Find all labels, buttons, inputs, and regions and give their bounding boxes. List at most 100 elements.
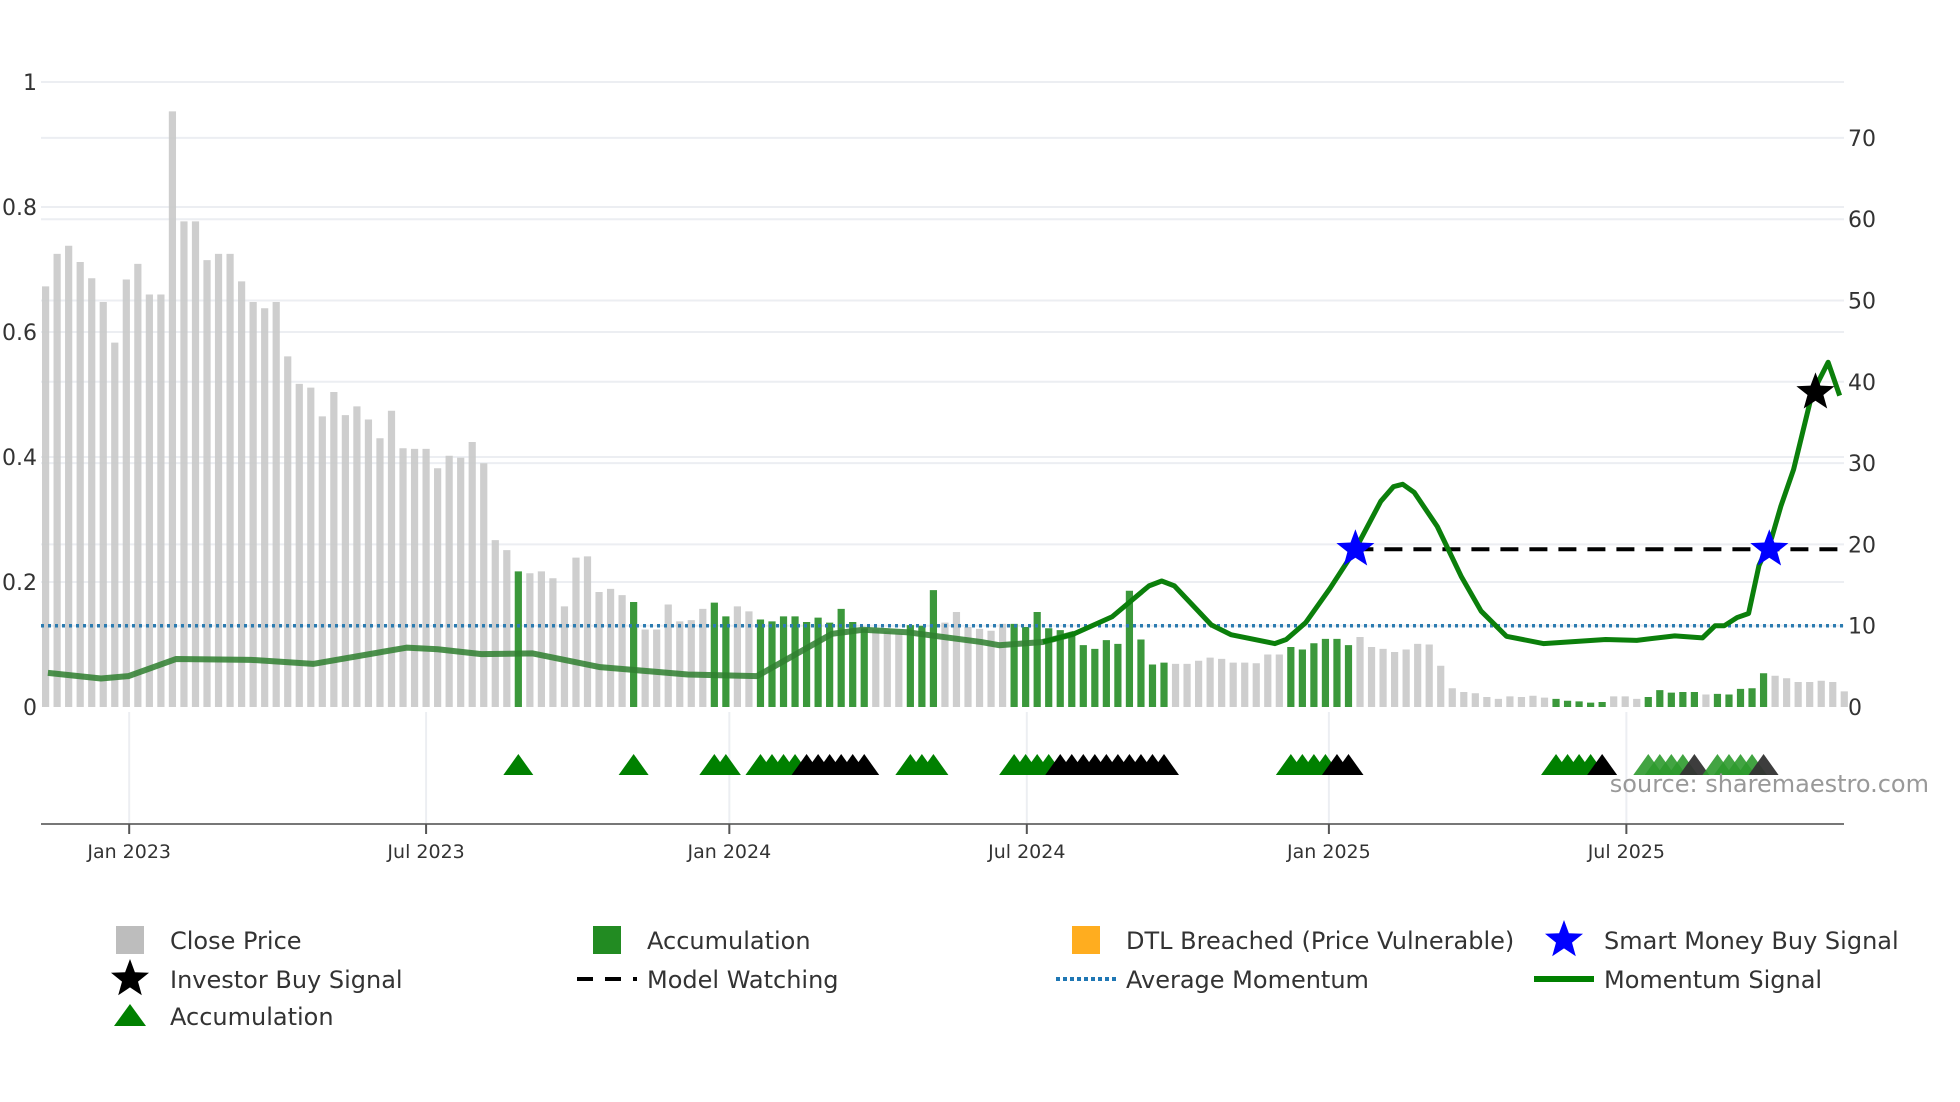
close-price-bar — [1275, 654, 1283, 707]
signal-stars — [1336, 372, 1835, 566]
close-price-bar — [1817, 680, 1825, 707]
accumulation-bar — [837, 608, 845, 707]
close-price-bar — [353, 406, 361, 707]
close-price-bar — [261, 308, 269, 707]
close-price-bar — [1783, 678, 1791, 707]
close-price-bar — [1195, 660, 1203, 707]
accumulation-bar — [791, 616, 799, 707]
accumulation-bar — [756, 619, 765, 707]
close-price-bar — [272, 302, 280, 707]
close-price-bar — [364, 419, 373, 707]
smart-money-buy-star — [1336, 529, 1375, 566]
close-price-bar — [1437, 665, 1445, 707]
close-price-bar — [410, 448, 419, 707]
close-price-bar — [65, 245, 73, 707]
close-price-bar — [1794, 682, 1802, 707]
accumulation-bar — [1333, 638, 1341, 707]
close-price-bar — [1402, 649, 1410, 707]
close-price-bar — [595, 592, 603, 707]
close-price-bar — [1702, 694, 1710, 707]
legend-item: Model Watching — [577, 966, 839, 994]
legend-square-icon — [116, 926, 144, 954]
accumulation-bar — [1114, 643, 1122, 707]
legend-item: DTL Breached (Price Vulnerable) — [1072, 926, 1514, 955]
investor-buy-star — [1796, 372, 1835, 409]
accumulation-bar — [1667, 692, 1675, 707]
close-price-bar — [191, 221, 200, 707]
close-price-bar — [1529, 695, 1537, 707]
y-right-tick-label: 20 — [1848, 533, 1876, 558]
close-price-bar — [1771, 675, 1779, 707]
accumulation-bar — [710, 602, 718, 707]
accumulation-bar — [1298, 649, 1306, 707]
close-price-bar — [1806, 682, 1814, 707]
close-price-bar — [1367, 647, 1376, 707]
legend-item: Average Momentum — [1056, 966, 1369, 994]
close-price-bar — [1621, 696, 1629, 707]
close-price-bar — [1264, 654, 1272, 707]
legend-label: Accumulation — [647, 927, 811, 955]
close-price-bars — [42, 111, 1848, 707]
legend-triangle-icon — [114, 1004, 146, 1026]
y-right-tick-label: 30 — [1848, 452, 1876, 477]
close-price-bar — [307, 387, 315, 707]
legend-star-icon — [1545, 920, 1583, 957]
y-right-tick-label: 70 — [1848, 127, 1876, 152]
close-price-bar — [895, 633, 903, 707]
close-price-bar — [214, 253, 223, 707]
accumulation-bar — [1091, 648, 1099, 707]
legend-label: Close Price — [170, 927, 302, 955]
close-price-bar — [399, 448, 407, 707]
close-price-bar — [606, 588, 615, 707]
accumulation-bar — [1598, 702, 1606, 707]
triangle-marker-accumulation — [618, 754, 649, 775]
y-left-tick-label: 1 — [23, 71, 37, 96]
close-price-bar — [1483, 697, 1491, 707]
close-price-bar — [76, 262, 84, 707]
accumulation-bar — [1310, 643, 1318, 707]
legend-label: Average Momentum — [1126, 966, 1369, 994]
legend-label: Smart Money Buy Signal — [1604, 927, 1899, 955]
accumulation-bar — [1125, 590, 1134, 707]
accumulation-bar — [1160, 662, 1168, 707]
accumulation-bar — [1713, 693, 1722, 707]
close-price-bar — [1506, 696, 1514, 707]
legend-label: Model Watching — [647, 966, 839, 994]
close-price-bar — [1391, 652, 1399, 707]
close-price-bar — [583, 556, 592, 707]
accumulation-bar — [1563, 700, 1572, 707]
accumulation-bar — [1725, 694, 1733, 707]
close-price-bar — [145, 294, 153, 707]
accumulation-bar — [1656, 690, 1664, 707]
close-price-bar — [572, 557, 580, 707]
close-price-bar — [203, 260, 211, 707]
y-right-tick-label: 40 — [1848, 371, 1876, 396]
close-price-bar — [1610, 696, 1618, 707]
close-price-bar — [1425, 644, 1433, 707]
accumulation-bar — [1690, 692, 1698, 707]
close-price-bar — [1494, 698, 1502, 707]
close-price-bar — [387, 410, 396, 707]
x-tick-label: Jul 2025 — [1587, 841, 1665, 863]
accumulation-bar — [906, 625, 914, 707]
close-price-bar — [226, 253, 234, 707]
close-price-bar — [480, 463, 488, 707]
x-tick-label: Jan 2024 — [686, 841, 771, 863]
close-price-bar — [284, 356, 292, 707]
legend-square-icon — [1072, 926, 1100, 954]
legend-label: Momentum Signal — [1604, 966, 1822, 994]
accumulation-bar — [860, 628, 868, 707]
accumulation-bar — [1575, 701, 1583, 707]
close-price-bar — [1241, 662, 1249, 707]
accumulation-bar — [722, 616, 730, 707]
accumulation-bar — [1748, 688, 1756, 707]
close-price-bar — [872, 629, 880, 707]
accumulation-bar — [1022, 627, 1030, 707]
close-price-bar — [445, 455, 453, 707]
close-price-bar — [733, 606, 741, 707]
legend-square-icon — [593, 926, 621, 954]
smart-money-buy-star — [1750, 529, 1789, 566]
accumulation-bar — [1010, 623, 1018, 707]
close-price-bar — [422, 448, 430, 707]
accumulation-bar — [1056, 630, 1064, 707]
